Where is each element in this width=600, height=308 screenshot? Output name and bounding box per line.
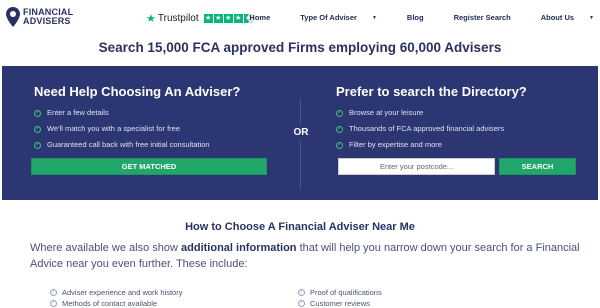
help-column: Need Help Choosing An Adviser? ✓ Enter a … [34, 66, 269, 153]
menu-item-type-of-adviser[interactable]: Type Of Adviser ▼ [285, 13, 377, 22]
list-item: ✓ Guaranteed call back with free initial … [34, 137, 269, 153]
brand-line-2: ADVISERS [23, 16, 71, 26]
main-menu: Home Type Of Adviser ▼ Blog Register Sear… [219, 13, 594, 22]
get-matched-button[interactable]: GET MATCHED [31, 158, 267, 175]
menu-item-label: Home [249, 13, 271, 22]
list-item-text: Thousands of FCA approved financial advi… [349, 124, 505, 133]
list-item-text: Methods of contact available [62, 299, 158, 308]
help-list: ✓ Enter a few details ✓ We'll match you wi… [34, 105, 269, 153]
check-circle-icon: ✓ [336, 141, 343, 149]
paragraph-highlight: additional information [181, 242, 297, 254]
postcode-input[interactable]: Enter your postcode... [338, 158, 495, 175]
section-title: How to Choose A Financial Adviser Near M… [185, 221, 415, 233]
intro-paragraph: Where available we also show additional … [30, 240, 590, 272]
list-item: ✓ Browse at your leisure [336, 105, 576, 121]
check-circle-icon: ✓ [336, 125, 343, 133]
top-nav: FINANCIAL ADVISERS ★ Trustpilot ★ ★ ★ ★ … [0, 0, 600, 38]
paragraph-text: Where available we also show [30, 242, 182, 254]
menu-item-register-search[interactable]: Register Search [439, 13, 511, 22]
check-circle-icon: ✓ [34, 141, 41, 149]
menu-item-label: Register Search [453, 13, 511, 22]
list-item-text: Guaranteed call back with free initial c… [47, 140, 210, 149]
brand-name: FINANCIAL ADVISERS [23, 8, 73, 26]
search-panel: Need Help Choosing An Adviser? ✓ Enter a … [2, 66, 598, 200]
search-button[interactable]: SEARCH [499, 158, 576, 175]
list-item: ✓ Filter by expertise and more [336, 137, 576, 153]
menu-item-label: About Us [540, 13, 575, 22]
directory-list: ✓ Browse at your leisure ✓ Thousands of FC… [336, 105, 576, 153]
list-item-text: We'll match you with a specialist for fr… [47, 124, 181, 133]
check-circle-icon: ✓ [336, 109, 343, 117]
list-item-text: Filter by expertise and more [349, 140, 442, 149]
caret-down-icon: ▼ [589, 15, 594, 22]
menu-item-label: Blog [406, 13, 424, 22]
list-item: ✓ Enter a few details [34, 105, 269, 121]
divider [300, 98, 301, 190]
page-headline: Search 15,000 FCA approved Firms employi… [98, 40, 502, 55]
check-circle-icon: ✓ [34, 109, 41, 117]
check-circle-icon: ✓ [50, 289, 57, 296]
list-item: ✓ We'll match you with a specialist for f… [34, 121, 269, 137]
list-item-text: Enter a few details [47, 108, 109, 117]
menu-item-home[interactable]: Home [234, 13, 270, 22]
menu-item-label: Type Of Adviser [300, 13, 357, 22]
list-item: ✓ Adviser experience and work history [50, 288, 182, 297]
location-pin-icon [6, 7, 20, 27]
caret-down-icon: ▼ [371, 15, 377, 22]
help-title: Need Help Choosing An Adviser? [34, 84, 241, 99]
check-circle-icon: ✓ [34, 125, 41, 133]
check-circle-icon: ✓ [298, 289, 305, 296]
directory-title: Prefer to search the Directory? [336, 84, 527, 99]
list-item: ✓ Customer reviews [298, 299, 370, 308]
list-item: ✓ Thousands of FCA approved financial adv… [336, 121, 576, 137]
list-item: ✓ Proof of qualifications [298, 288, 382, 297]
or-separator: OR [290, 125, 312, 141]
list-item-text: Customer reviews [310, 299, 371, 308]
list-item-text: Browse at your leisure [349, 108, 424, 117]
trustpilot-star-icon: ★ [146, 13, 156, 25]
list-item-text: Proof of qualifications [310, 288, 382, 297]
trustpilot-label: Trustpilot [157, 13, 199, 24]
list-item: ✓ Methods of contact available [50, 299, 157, 308]
menu-item-about-us[interactable]: About Us ▼ [526, 13, 594, 22]
list-item-text: Adviser experience and work history [62, 288, 183, 297]
logo[interactable]: FINANCIAL ADVISERS [6, 7, 73, 27]
star-icon: ★ [203, 14, 213, 23]
directory-column: Prefer to search the Directory? ✓ Browse … [336, 66, 576, 153]
menu-item-blog[interactable]: Blog [392, 13, 424, 22]
